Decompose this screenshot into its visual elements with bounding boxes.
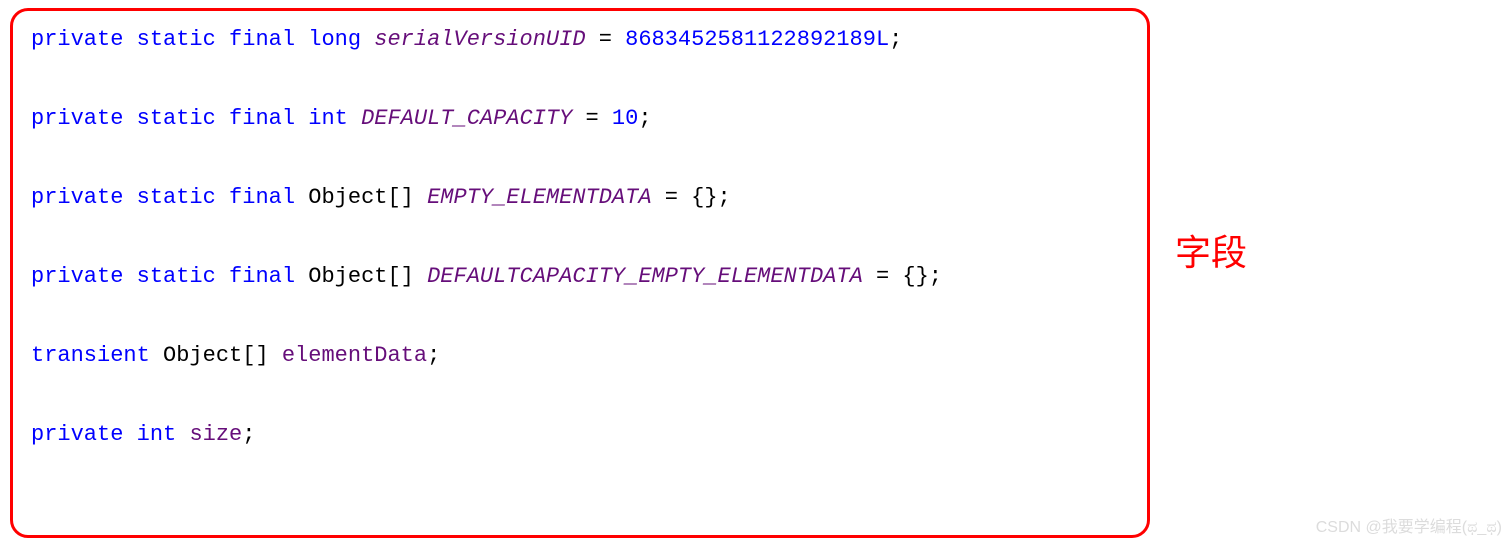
initializer: = {}; bbox=[863, 264, 942, 289]
keyword-static: static bbox=[137, 106, 216, 131]
keyword-final: final bbox=[229, 264, 295, 289]
code-line-5: transient Object[] elementData; bbox=[31, 339, 1129, 372]
keyword-int: int bbox=[308, 106, 348, 131]
equals-op: = bbox=[586, 27, 626, 52]
type-object-array: Object[] bbox=[308, 185, 414, 210]
keyword-final: final bbox=[229, 106, 295, 131]
field-default-capacity: DEFAULT_CAPACITY bbox=[361, 106, 572, 131]
number-literal: 10 bbox=[612, 106, 638, 131]
semicolon: ; bbox=[638, 106, 651, 131]
equals-op: = bbox=[572, 106, 612, 131]
keyword-static: static bbox=[137, 185, 216, 210]
type-object-array: Object[] bbox=[308, 264, 414, 289]
keyword-final: final bbox=[229, 185, 295, 210]
keyword-static: static bbox=[137, 27, 216, 52]
code-line-4: private static final Object[] DEFAULTCAP… bbox=[31, 260, 1129, 293]
keyword-private: private bbox=[31, 422, 123, 447]
keyword-private: private bbox=[31, 185, 123, 210]
type-object-array: Object[] bbox=[163, 343, 269, 368]
code-line-3: private static final Object[] EMPTY_ELEM… bbox=[31, 181, 1129, 214]
field-defaultcapacity-empty-elementdata: DEFAULTCAPACITY_EMPTY_ELEMENTDATA bbox=[427, 264, 863, 289]
keyword-static: static bbox=[137, 264, 216, 289]
keyword-transient: transient bbox=[31, 343, 150, 368]
semicolon: ; bbox=[242, 422, 255, 447]
code-line-1: private static final long serialVersionU… bbox=[31, 23, 1129, 56]
field-size: size bbox=[189, 422, 242, 447]
number-literal: 8683452581122892189L bbox=[625, 27, 889, 52]
watermark: CSDN @我要学编程(ಥ_ಥ) bbox=[1316, 516, 1502, 540]
keyword-private: private bbox=[31, 264, 123, 289]
semicolon: ; bbox=[427, 343, 440, 368]
semicolon: ; bbox=[889, 27, 902, 52]
code-line-6: private int size; bbox=[31, 418, 1129, 451]
keyword-int: int bbox=[137, 422, 177, 447]
keyword-final: final bbox=[229, 27, 295, 52]
annotation-label: 字段 bbox=[1175, 226, 1247, 280]
field-serialversionuid: serialVersionUID bbox=[374, 27, 585, 52]
keyword-private: private bbox=[31, 106, 123, 131]
keyword-private: private bbox=[31, 27, 123, 52]
code-block: private static final long serialVersionU… bbox=[10, 8, 1150, 538]
field-elementdata: elementData bbox=[282, 343, 427, 368]
field-empty-elementdata: EMPTY_ELEMENTDATA bbox=[427, 185, 651, 210]
code-line-2: private static final int DEFAULT_CAPACIT… bbox=[31, 102, 1129, 135]
keyword-long: long bbox=[308, 27, 361, 52]
initializer: = {}; bbox=[652, 185, 731, 210]
